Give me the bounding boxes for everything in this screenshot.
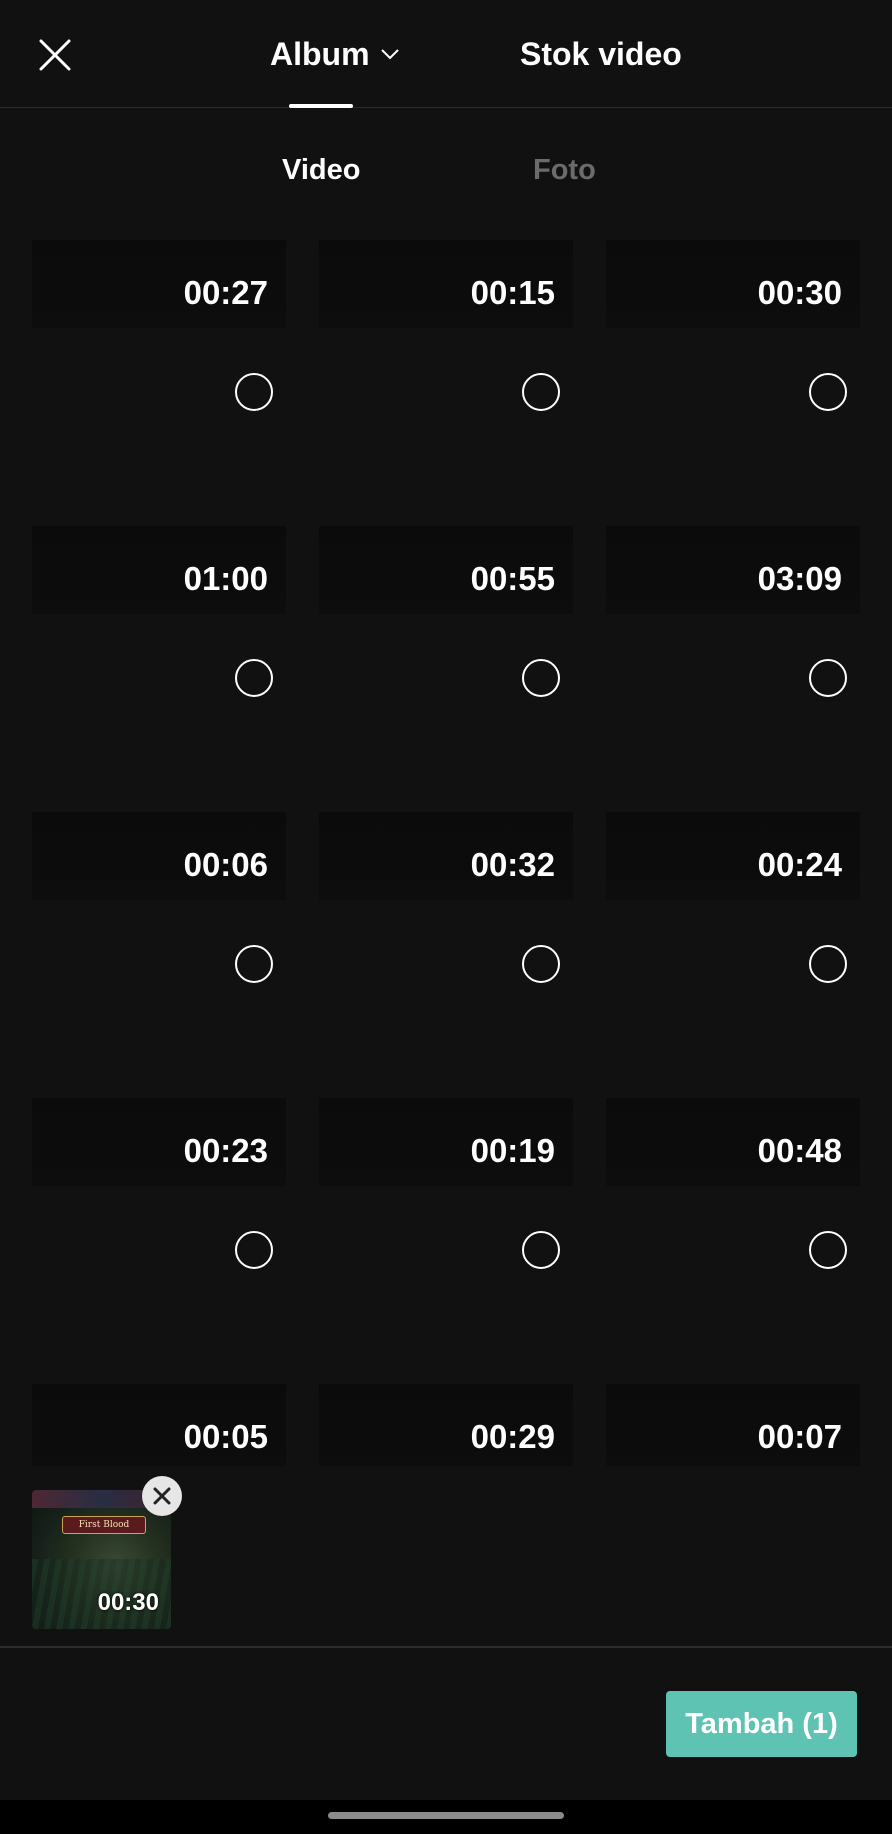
divider bbox=[0, 1646, 892, 1648]
home-indicator[interactable] bbox=[328, 1812, 564, 1819]
top-bar: Album Stok video bbox=[0, 0, 892, 108]
video-duration: 00:24 bbox=[757, 846, 842, 883]
select-checkbox[interactable] bbox=[809, 945, 847, 983]
video-tile[interactable]: 00:06 bbox=[32, 812, 286, 1066]
video-duration: 00:23 bbox=[183, 1132, 268, 1169]
video-duration: 03:09 bbox=[757, 560, 842, 597]
tab-album[interactable]: Album bbox=[270, 30, 400, 78]
video-duration: 00:30 bbox=[757, 274, 842, 311]
subtab-foto[interactable]: Foto bbox=[533, 154, 596, 187]
video-grid: 00:27 00:15 00:30 01:00 00:55 03:09 00:06 00:32… bbox=[32, 240, 860, 1638]
select-checkbox[interactable] bbox=[235, 373, 273, 411]
video-tile[interactable]: 00:27 bbox=[32, 240, 286, 494]
video-tile[interactable]: 00:19 bbox=[319, 1098, 573, 1352]
video-tile[interactable]: 00:24 bbox=[606, 812, 860, 1066]
video-duration: 00:55 bbox=[470, 560, 555, 597]
tab-stock-video-label: Stok video bbox=[520, 35, 682, 72]
video-duration: 00:27 bbox=[183, 274, 268, 311]
first-blood-banner: First Blood bbox=[62, 1516, 146, 1534]
video-tile[interactable]: 00:55 bbox=[319, 526, 573, 780]
system-nav-bar bbox=[0, 1800, 892, 1834]
video-duration: 00:07 bbox=[757, 1418, 842, 1455]
video-tile[interactable]: 03:09 bbox=[606, 526, 860, 780]
video-tile[interactable]: 00:48 bbox=[606, 1098, 860, 1352]
select-checkbox[interactable] bbox=[522, 659, 560, 697]
video-duration: 00:19 bbox=[470, 1132, 555, 1169]
video-duration: 00:29 bbox=[470, 1418, 555, 1455]
tab-album-label: Album bbox=[270, 35, 370, 72]
video-duration: 00:48 bbox=[757, 1132, 842, 1169]
selected-video-duration: 00:30 bbox=[97, 1589, 159, 1616]
video-tile[interactable]: 00:15 bbox=[319, 240, 573, 494]
video-duration: 00:05 bbox=[183, 1418, 268, 1455]
select-checkbox[interactable] bbox=[522, 1231, 560, 1269]
video-tile[interactable]: 00:32 bbox=[319, 812, 573, 1066]
video-duration: 00:32 bbox=[470, 846, 555, 883]
video-duration: 00:06 bbox=[183, 846, 268, 883]
add-button[interactable]: Tambah (1) bbox=[666, 1691, 857, 1757]
select-checkbox[interactable] bbox=[809, 1231, 847, 1269]
selection-tray: First Blood 00:30 bbox=[0, 1466, 892, 1648]
close-button[interactable] bbox=[32, 32, 78, 78]
subtab-video[interactable]: Video bbox=[282, 154, 360, 187]
video-duration: 01:00 bbox=[183, 560, 268, 597]
remove-selected-button[interactable] bbox=[142, 1476, 182, 1516]
select-checkbox[interactable] bbox=[235, 945, 273, 983]
video-tile[interactable]: 00:23 bbox=[32, 1098, 286, 1352]
select-checkbox[interactable] bbox=[522, 945, 560, 983]
close-icon bbox=[153, 1487, 171, 1505]
active-tab-indicator bbox=[289, 104, 353, 108]
tab-stock-video[interactable]: Stok video bbox=[520, 30, 682, 78]
select-checkbox[interactable] bbox=[522, 373, 560, 411]
select-checkbox[interactable] bbox=[809, 373, 847, 411]
close-icon bbox=[39, 39, 71, 71]
select-checkbox[interactable] bbox=[235, 659, 273, 697]
video-tile[interactable]: 00:30 bbox=[606, 240, 860, 494]
video-duration: 00:15 bbox=[470, 274, 555, 311]
video-tile[interactable]: 01:00 bbox=[32, 526, 286, 780]
chevron-down-icon bbox=[380, 49, 399, 60]
select-checkbox[interactable] bbox=[235, 1231, 273, 1269]
select-checkbox[interactable] bbox=[809, 659, 847, 697]
